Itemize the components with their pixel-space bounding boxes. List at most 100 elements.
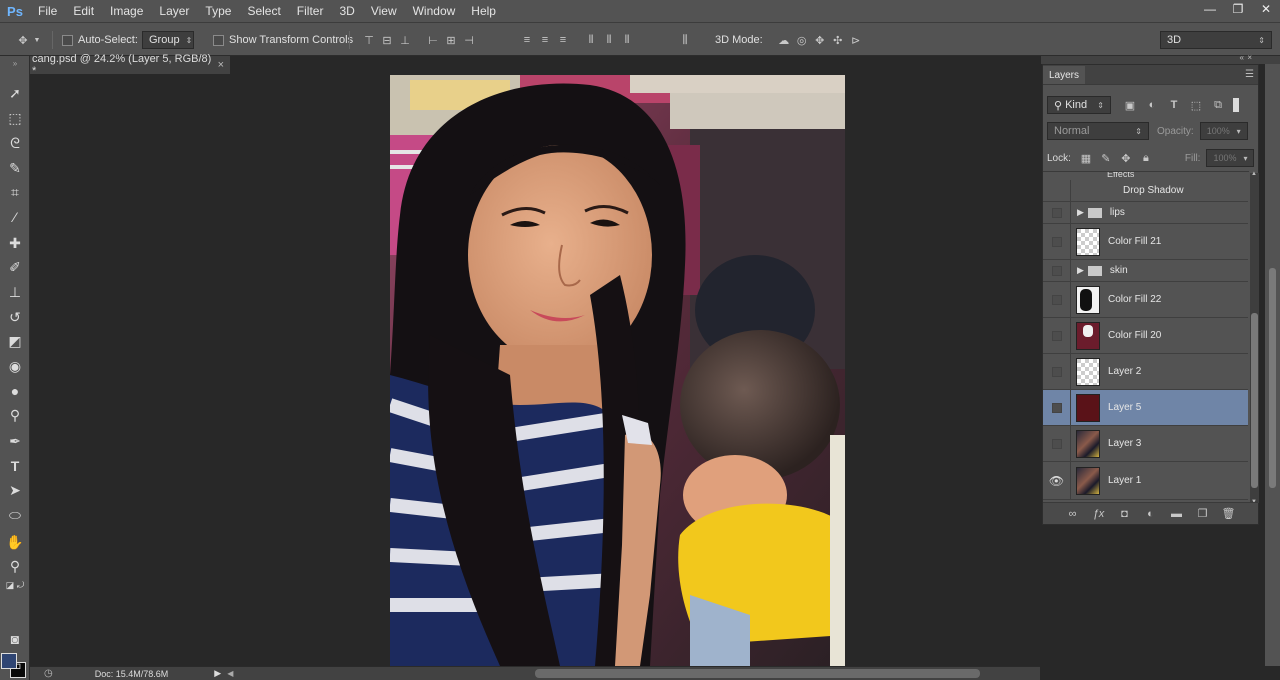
minimize-button[interactable]: — [1196, 0, 1224, 18]
filter-type-icon[interactable]: T [1165, 96, 1183, 114]
layer-row[interactable]: Color Fill 20 [1043, 318, 1248, 354]
lock-all-icon[interactable]: 🔒︎ [1137, 149, 1155, 167]
foreground-color-swatch[interactable] [1, 653, 17, 669]
distribute-bottom-icon[interactable]: ≡ [554, 31, 572, 49]
menu-layer[interactable]: Layer [151, 0, 197, 22]
roll-3d-icon[interactable]: ◎ [793, 31, 811, 49]
marquee-tool-icon[interactable]: ⬚ [3, 107, 27, 129]
align-hcenter-icon[interactable]: ⊞ [442, 31, 460, 49]
menu-3d[interactable]: 3D [331, 0, 362, 22]
auto-select-checkbox[interactable]: Auto-Select: [62, 31, 138, 49]
close-document-icon[interactable]: × [218, 59, 224, 71]
show-transform-checkbox[interactable]: Show Transform Controls [213, 31, 353, 49]
scrollbar-thumb[interactable] [1251, 313, 1258, 488]
align-top-icon[interactable]: ⊤ [360, 31, 378, 49]
move-tool-preset[interactable]: ✥ ▼ [14, 31, 42, 49]
expand-group-icon[interactable]: ▶ [1077, 265, 1084, 276]
history-brush-tool-icon[interactable]: ↺ [3, 306, 27, 328]
document-image[interactable] [390, 75, 845, 666]
visibility-toggle[interactable] [1043, 390, 1071, 425]
distribute-left-icon[interactable]: ⫴ [582, 31, 600, 49]
add-mask-icon[interactable]: ◘ [1116, 505, 1134, 523]
new-layer-icon[interactable]: ❐ [1194, 505, 1212, 523]
horizontal-scrollbar-thumb[interactable] [535, 669, 980, 678]
align-right-icon[interactable]: ⊣ [460, 31, 478, 49]
panel-menu-icon[interactable]: ☰ [1245, 69, 1258, 80]
visibility-toggle[interactable] [1043, 260, 1071, 281]
new-adjustment-layer-icon[interactable]: ◐ [1142, 505, 1160, 523]
visibility-toggle[interactable] [1043, 282, 1071, 317]
doc-size-label[interactable]: Doc: 15.4M/78.6M [95, 669, 169, 679]
quick-mask-icon[interactable]: ◙ [3, 628, 27, 650]
menu-help[interactable]: Help [463, 0, 504, 22]
lasso-tool-icon[interactable]: ᘓ [3, 132, 27, 154]
zoom-tool-icon[interactable]: ⚲ [3, 555, 27, 577]
lock-image-icon[interactable]: ✎ [1097, 149, 1115, 167]
align-bottom-icon[interactable]: ⊥ [396, 31, 414, 49]
drop-shadow-row[interactable]: Drop Shadow [1043, 180, 1248, 202]
close-window-button[interactable]: ✕ [1252, 0, 1280, 18]
menu-type[interactable]: Type [197, 0, 239, 22]
pen-tool-icon[interactable]: ✒ [3, 430, 27, 452]
layer-row[interactable]: ▶ lips [1043, 202, 1248, 224]
auto-align-button[interactable]: ⫼ [676, 31, 694, 49]
auto-select-target-dropdown[interactable]: Group ⇕ [142, 31, 194, 49]
layers-tab[interactable]: Layers [1043, 66, 1086, 84]
layers-scrollbar[interactable]: ▲ ▼ [1250, 171, 1259, 505]
crop-tool-icon[interactable]: ⌗ [3, 181, 27, 203]
menu-filter[interactable]: Filter [289, 0, 332, 22]
zoom-indicator-icon[interactable]: ◷ [44, 668, 53, 679]
delete-layer-icon[interactable]: 🗑︎ [1220, 505, 1238, 523]
align-left-icon[interactable]: ⊢ [424, 31, 442, 49]
canvas-vertical-scrollbar[interactable] [1265, 64, 1280, 666]
canvas-area[interactable] [30, 74, 1041, 666]
menu-select[interactable]: Select [239, 0, 288, 22]
distribute-top-icon[interactable]: ≡ [518, 31, 536, 49]
filter-toggle-switch[interactable] [1233, 98, 1239, 112]
status-arrow-icon[interactable]: ▶ [214, 668, 221, 679]
visibility-toggle[interactable]: 👁︎ [1043, 462, 1071, 499]
visibility-toggle[interactable] [1043, 202, 1071, 223]
expand-group-icon[interactable]: ▶ [1077, 207, 1084, 218]
effects-row[interactable]: Effects [1043, 172, 1248, 180]
layer-row-selected[interactable]: Layer 5 [1043, 390, 1248, 426]
collapse-panels-icon[interactable]: « [1240, 53, 1244, 62]
filter-adjustment-icon[interactable]: ◐ [1143, 96, 1161, 114]
healing-brush-tool-icon[interactable]: ✚ [3, 232, 27, 254]
swap-colors-icon[interactable]: ◪ ⤾ [0, 578, 30, 592]
restore-button[interactable]: ❐ [1224, 0, 1252, 18]
path-selection-tool-icon[interactable]: ➤ [3, 479, 27, 501]
menu-edit[interactable]: Edit [65, 0, 102, 22]
panel-collapse-icon[interactable]: » [3, 59, 27, 68]
visibility-toggle[interactable] [1043, 426, 1071, 461]
layer-row[interactable]: Color Fill 21 [1043, 224, 1248, 260]
close-panels-icon[interactable]: × [1247, 53, 1252, 62]
distribute-hcenter-icon[interactable]: ⫴ [600, 31, 618, 49]
filter-kind-dropdown[interactable]: ⚲ Kind ⇕ [1047, 96, 1111, 114]
type-tool-icon[interactable]: T [3, 455, 27, 477]
filter-pixel-icon[interactable]: ▣ [1121, 96, 1139, 114]
opacity-field[interactable]: 100% ▾ [1199, 122, 1248, 140]
document-tab[interactable]: cang.psd @ 24.2% (Layer 5, RGB/8) * × [30, 53, 230, 77]
layer-row[interactable]: ▶ skin [1043, 260, 1248, 282]
lock-transparent-icon[interactable]: ▦ [1077, 149, 1095, 167]
dodge-tool-icon[interactable]: ⚲ [3, 404, 27, 426]
layer-row[interactable]: Layer 2 [1043, 354, 1248, 390]
quick-selection-tool-icon[interactable]: ✎ [3, 157, 27, 179]
ellipse-tool-icon[interactable]: ⬭ [3, 504, 27, 526]
workspace-dropdown[interactable]: 3D ⇕ [1160, 31, 1272, 49]
paint-bucket-tool-icon[interactable]: ◉ [3, 355, 27, 377]
hand-tool-icon[interactable]: ✋ [3, 531, 27, 553]
effect-visibility-toggle[interactable] [1043, 180, 1071, 201]
eraser-tool-icon[interactable]: ◩ [3, 330, 27, 352]
scale-3d-icon[interactable]: ⊳ [847, 31, 865, 49]
filter-smart-object-icon[interactable]: ⧉ [1209, 96, 1227, 114]
visibility-toggle[interactable] [1043, 318, 1071, 353]
menu-window[interactable]: Window [405, 0, 464, 22]
distribute-right-icon[interactable]: ⫴ [618, 31, 636, 49]
lock-position-icon[interactable]: ✥ [1117, 149, 1135, 167]
scrollbar-thumb[interactable] [1269, 268, 1276, 488]
layer-style-icon[interactable]: ƒx [1090, 505, 1108, 523]
menu-file[interactable]: File [30, 0, 65, 22]
menu-view[interactable]: View [363, 0, 405, 22]
